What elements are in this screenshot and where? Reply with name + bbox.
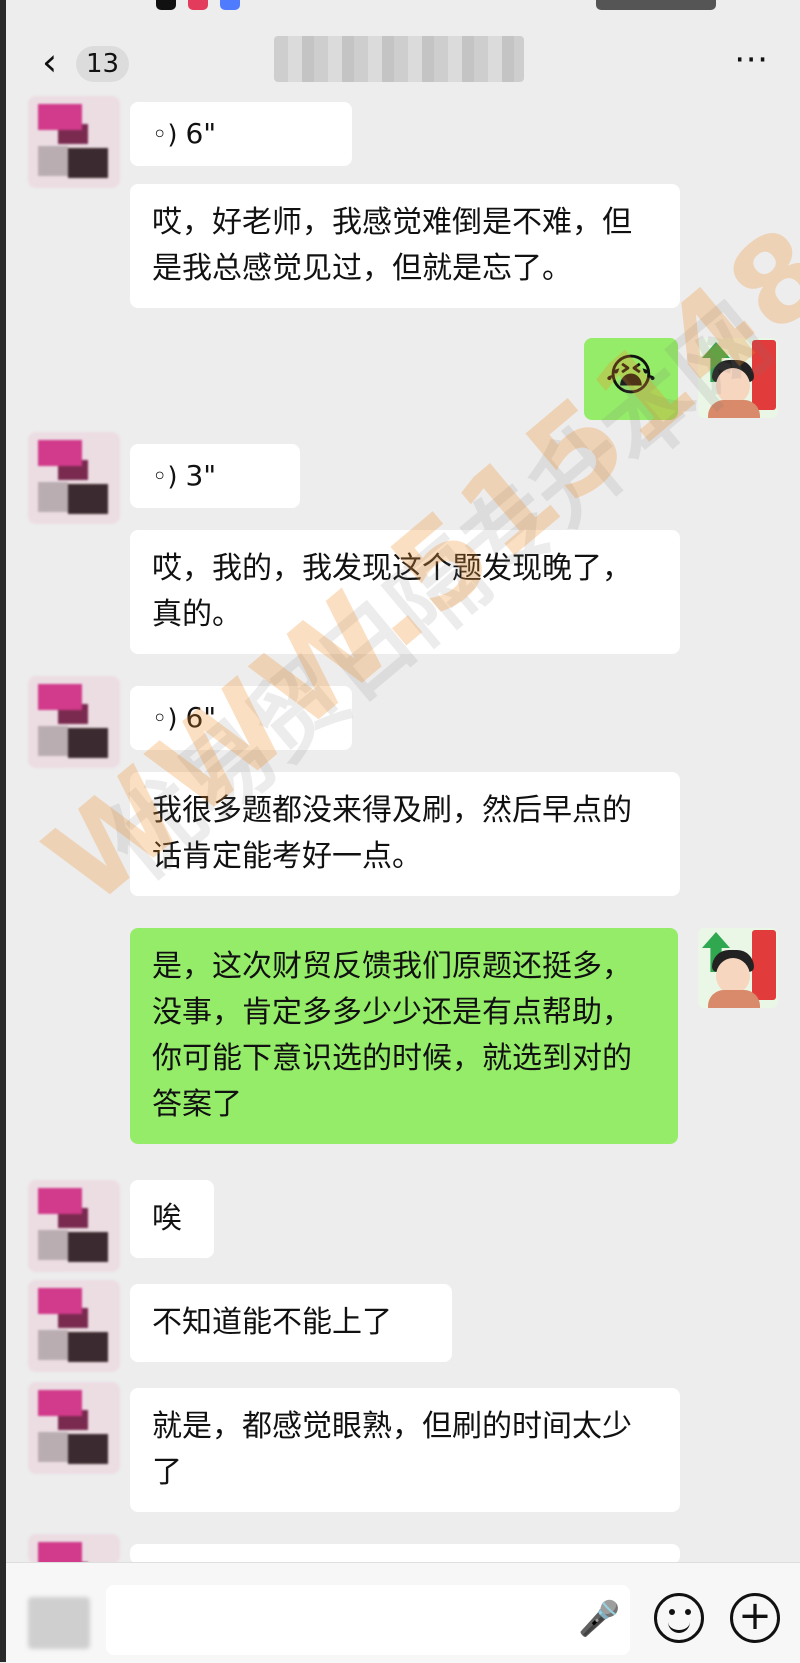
voice-duration: 6" — [185, 701, 217, 734]
text-message[interactable]: 就是，都感觉眼熟，但刷的时间太少了 — [130, 1388, 680, 1512]
text-message[interactable]: 唉 — [130, 1180, 214, 1258]
status-icon — [188, 0, 208, 10]
my-avatar[interactable] — [698, 338, 778, 418]
message-input[interactable] — [106, 1585, 630, 1655]
chevron-left-icon[interactable]: ‹ — [42, 42, 72, 82]
voice-message[interactable]: ◦) 3" — [130, 444, 300, 508]
emoji-message[interactable]: 😭 — [584, 338, 678, 420]
contact-avatar[interactable] — [28, 1534, 120, 1564]
status-bar — [6, 0, 800, 22]
avatar-face — [716, 958, 750, 994]
contact-avatar[interactable] — [28, 1180, 120, 1272]
chat-header: ‹ 13 ⋯ — [6, 22, 800, 104]
text-message[interactable]: 我很多题都没来得及刷，然后早点的话肯定能考好一点。 — [130, 772, 680, 896]
status-icon — [156, 0, 176, 10]
contact-avatar[interactable] — [28, 96, 120, 188]
chat-title-blurred — [274, 36, 524, 82]
contact-avatar[interactable] — [28, 1280, 120, 1372]
contact-avatar[interactable] — [28, 676, 120, 768]
text-message[interactable]: 哎，好老师，我感觉难倒是不难，但是我总感觉见过，但就是忘了。 — [130, 184, 680, 308]
keyboard-toggle-icon[interactable] — [28, 1597, 90, 1649]
phone-bezel — [0, 0, 6, 1662]
my-avatar[interactable] — [698, 928, 778, 1008]
contact-avatar[interactable] — [28, 432, 120, 524]
status-icon — [220, 0, 240, 10]
chat-screen: ‹ 13 ⋯ ◦) 6" 哎，好老师，我感觉难倒是不难，但是我总感觉见过，但就是忘… — [0, 0, 800, 1663]
more-horizontal-icon[interactable]: ⋯ — [734, 42, 770, 76]
plus-circle-icon[interactable]: + — [730, 1593, 780, 1643]
my-text-message[interactable]: 是，这次财贸反馈我们原题还挺多，没事，肯定多多少少还是有点帮助，你可能下意识选的… — [130, 928, 678, 1144]
text-message-partial[interactable] — [130, 1544, 680, 1564]
voice-wave-icon: ◦) — [152, 120, 178, 150]
smiley-icon[interactable] — [654, 1593, 704, 1643]
brand-badge — [752, 930, 776, 1000]
microphone-icon[interactable]: 🎤 — [578, 1599, 620, 1639]
battery-signal-icon — [596, 0, 716, 10]
avatar-body — [708, 400, 760, 418]
voice-duration: 6" — [185, 117, 217, 150]
voice-message[interactable]: ◦) 6" — [130, 102, 352, 166]
brand-badge — [752, 340, 776, 410]
input-bar: 🎤 + — [6, 1562, 800, 1663]
avatar-face — [716, 368, 750, 404]
text-message[interactable]: 不知道能不能上了 — [130, 1284, 452, 1362]
voice-message[interactable]: ◦) 6" — [130, 686, 352, 750]
unread-count-badge[interactable]: 13 — [76, 46, 130, 82]
voice-duration: 3" — [185, 459, 217, 492]
text-message[interactable]: 哎，我的，我发现这个题发现晚了，真的。 — [130, 530, 680, 654]
voice-wave-icon: ◦) — [152, 462, 178, 492]
avatar-body — [708, 990, 760, 1008]
voice-wave-icon: ◦) — [152, 704, 178, 734]
contact-avatar[interactable] — [28, 1382, 120, 1474]
